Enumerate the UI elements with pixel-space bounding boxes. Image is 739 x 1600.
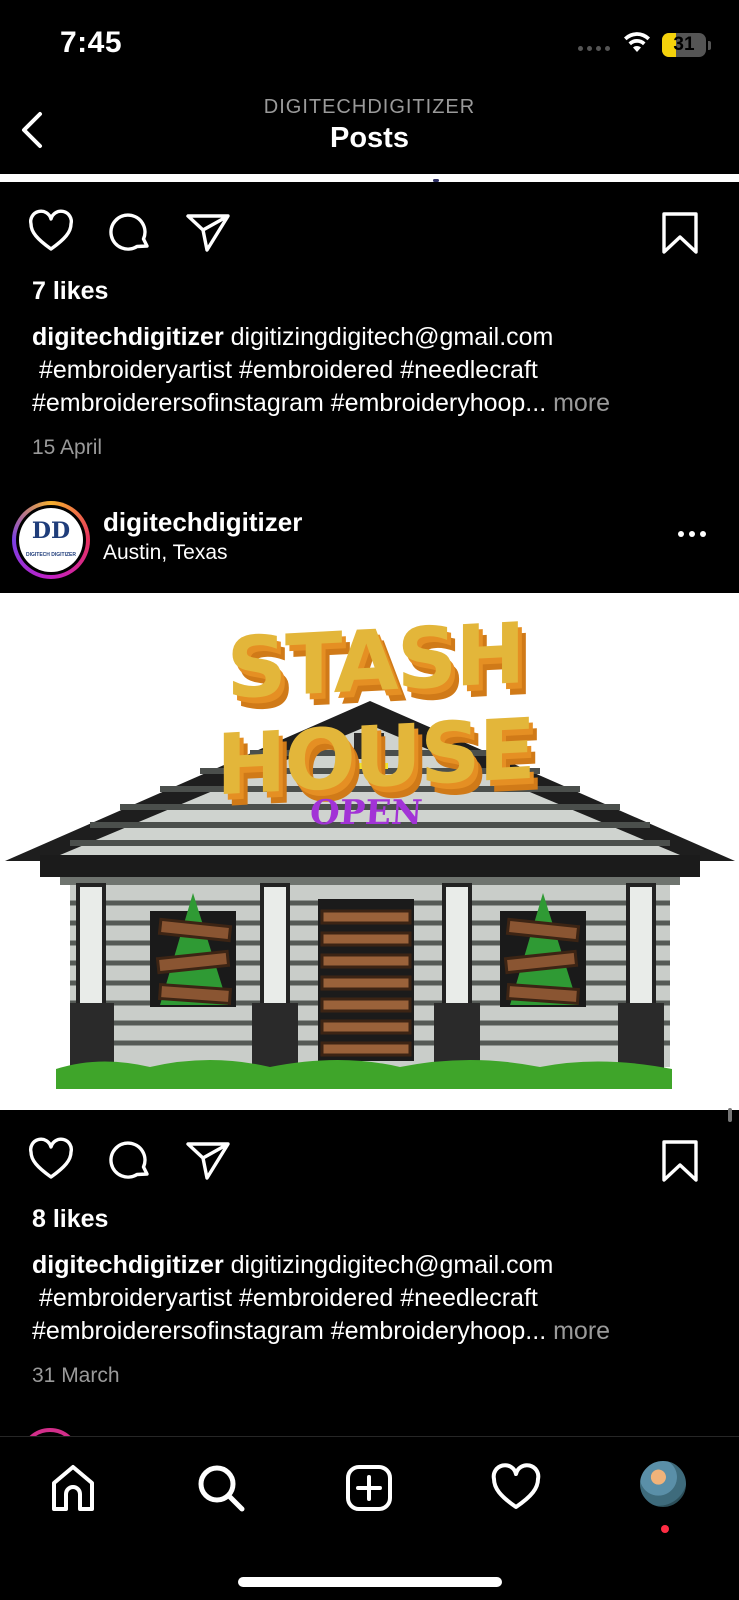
post-caption: digitechdigitizer digitizingdigitech@gma… <box>32 1249 722 1348</box>
cellular-signal-icon <box>578 46 610 51</box>
create-post-icon[interactable] <box>342 1461 396 1515</box>
caption-hashtags[interactable]: #embroideryartist #embroidered #needlecr… <box>39 1284 538 1312</box>
battery-level: 31 <box>673 34 695 55</box>
header-username: DIGITECHDIGITIZER <box>263 96 476 118</box>
post-location[interactable]: Austin, Texas <box>103 541 228 565</box>
save-bookmark-icon[interactable] <box>656 208 704 256</box>
caption-text: digitizingdigitech@gmail.com <box>230 323 554 351</box>
save-bookmark-icon[interactable] <box>656 1136 704 1184</box>
status-time: 7:45 <box>60 26 123 59</box>
post-header: DD DIGITECH DIGITIZER digitechdigitizer … <box>0 495 739 585</box>
open-sign: OPEN <box>308 793 424 833</box>
like-heart-icon[interactable] <box>27 1136 75 1184</box>
image-headline: STASH HOUSE <box>216 604 534 815</box>
page-title: Posts <box>330 122 409 154</box>
caption-more-link[interactable]: more <box>553 1317 610 1345</box>
post-username[interactable]: digitechdigitizer <box>103 507 302 538</box>
post-actions <box>0 1124 739 1190</box>
post-caption: digitechdigitizer digitizingdigitech@gma… <box>32 321 722 420</box>
like-heart-icon[interactable] <box>27 208 75 256</box>
bottom-tab-bar <box>0 1436 739 1600</box>
caption-hashtags[interactable]: #embroiderersofinstagram #embroideryhoop… <box>32 1317 546 1345</box>
caption-username[interactable]: digitechdigitizer <box>32 1251 224 1279</box>
home-icon[interactable] <box>46 1461 100 1515</box>
comment-bubble-icon[interactable] <box>106 208 154 256</box>
notification-dot <box>661 1525 669 1533</box>
caption-text: digitizingdigitech@gmail.com <box>230 1251 554 1279</box>
post-date: 15 April <box>32 436 103 459</box>
activity-heart-icon[interactable] <box>489 1461 543 1515</box>
caption-username[interactable]: digitechdigitizer <box>32 323 224 351</box>
more-options-icon[interactable] <box>678 531 706 537</box>
search-icon[interactable] <box>194 1461 248 1515</box>
caption-hashtags[interactable]: #embroideryartist #embroidered #needlecr… <box>39 356 538 384</box>
caption-hashtags[interactable]: #embroiderersofinstagram #embroideryhoop… <box>32 389 546 417</box>
nav-header: DIGITECHDIGITIZER Posts <box>0 90 739 174</box>
brand-logo: DD DIGITECH DIGITIZER <box>19 508 83 572</box>
previous-post-image-edge[interactable] <box>0 174 739 182</box>
scroll-indicator <box>728 1108 732 1122</box>
post-image[interactable]: STASH HOUSE OPEN <box>0 593 739 1110</box>
profile-avatar[interactable] <box>638 1459 688 1509</box>
avatar[interactable]: DD DIGITECH DIGITIZER <box>12 501 90 579</box>
post-date: 31 March <box>32 1364 120 1387</box>
comment-bubble-icon[interactable] <box>106 1136 154 1184</box>
battery-tip <box>708 41 711 50</box>
status-bar: 7:45 31 <box>0 0 739 90</box>
caption-more-link[interactable]: more <box>553 389 610 417</box>
post-actions-prev <box>0 196 739 262</box>
share-send-icon[interactable] <box>184 1136 232 1184</box>
battery-icon: 31 <box>662 33 706 57</box>
share-send-icon[interactable] <box>184 208 232 256</box>
wifi-icon <box>624 32 650 52</box>
like-count[interactable]: 7 likes <box>32 277 108 306</box>
like-count[interactable]: 8 likes <box>32 1205 108 1234</box>
home-indicator <box>238 1577 502 1587</box>
next-post-avatar[interactable] <box>20 1428 80 1436</box>
